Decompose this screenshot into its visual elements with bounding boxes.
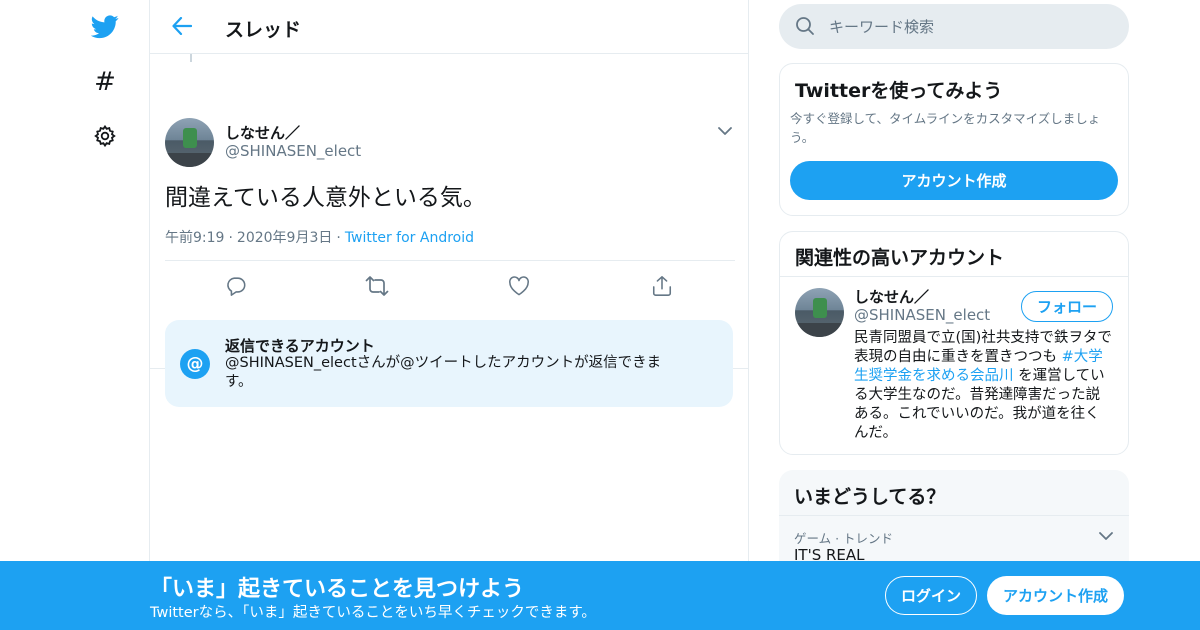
related-account-avatar[interactable] [795,288,844,337]
author-avatar[interactable] [165,118,214,167]
related-card-divider [780,276,1128,277]
tweet-time[interactable]: 午前9:19 [165,230,224,246]
page-title: スレッド [225,19,302,41]
banner-title: 「いま」起きていることを見つけよう [150,577,525,602]
banner-signup-button[interactable]: アカウント作成 [987,576,1124,615]
twitter-bird-icon[interactable] [90,12,120,42]
trends-card-divider [779,515,1129,516]
back-arrow-icon[interactable] [170,14,194,38]
banner-subtitle: Twitterなら、「いま」起きていることをいち早くチェックできます。 [150,605,596,621]
related-account-handle[interactable]: @SHINASEN_elect [854,306,990,324]
related-account-name[interactable]: しなせん／ [854,286,929,307]
reply-restriction-description: @SHINASEN_electさんが@ツイートしたアカウントが返信できます。 [225,355,662,390]
join-card-description: 今すぐ登録して、タイムラインをカスタマイズしましょう。 [790,111,1101,145]
thread-connector-line [190,54,192,62]
trend-menu-chevron-down-icon[interactable] [1097,527,1115,545]
follow-button[interactable]: フォロー [1021,291,1113,322]
tweet-text: 間違えている人意外といる気。 [165,185,486,211]
mention-at-icon: @ [180,349,210,379]
related-account-bio: 民青同盟員で立(国)社共支持で鉄ヲタで表現の自由に重きを置きつつも #大学生奨学… [854,329,1112,443]
meta-separator: · [228,230,233,246]
tweet-menu-chevron-down-icon[interactable] [716,122,734,140]
tweet-detail: しなせん／ @SHINASEN_elect 間違えている人意外といる気。 午前9… [150,54,748,407]
reply-restriction-notice: @ 返信できるアカウント @SHINASEN_electさんが@ツイートしたアカ… [165,320,733,407]
tweet-divider [165,260,735,261]
tweet-actions [165,274,735,298]
reply-icon[interactable] [224,274,248,298]
sidebar-signup-button[interactable]: アカウント作成 [790,161,1118,200]
trends-card-title: いまどうしてる？ [794,486,946,508]
related-card-title: 関連性の高いアカウント [795,247,1005,269]
tweet-meta: 午前9:19 · 2020年9月3日 · Twitter for Android [165,227,474,247]
meta-separator: · [336,230,341,246]
tweet-date[interactable]: 2020年9月3日 [237,230,332,246]
search-icon [795,16,815,36]
explore-hashtag-icon[interactable]: # [90,67,120,97]
login-button[interactable]: ログイン [885,576,977,615]
join-card-title: Twitterを使ってみよう [795,80,1003,102]
main-column: スレッド しなせん／ @SHINASEN_elect 間違えている人意外といる気… [149,0,749,630]
search-box[interactable] [779,4,1129,49]
search-input[interactable] [829,4,1109,49]
left-nav: # [0,0,150,630]
tweet-client-link[interactable]: Twitter for Android [345,230,474,246]
trend-context: ゲーム · トレンド [794,531,894,546]
related-accounts-card: 関連性の高いアカウント しなせん／ @SHINASEN_elect フォロー 民… [779,231,1129,455]
retweet-icon[interactable] [365,274,389,298]
author-handle[interactable]: @SHINASEN_elect [225,142,361,160]
thread-header: スレッド [150,0,748,54]
like-heart-icon[interactable] [507,274,531,298]
share-icon[interactable] [650,274,674,298]
settings-gear-icon[interactable] [90,121,120,151]
join-twitter-card: Twitterを使ってみよう 今すぐ登録して、タイムラインをカスタマイズしましょ… [779,63,1129,216]
author-display-name[interactable]: しなせん／ [225,122,300,143]
signup-banner: 「いま」起きていることを見つけよう Twitterなら、「いま」起きていることを… [0,561,1200,630]
reply-restriction-title: 返信できるアカウント [225,337,375,355]
